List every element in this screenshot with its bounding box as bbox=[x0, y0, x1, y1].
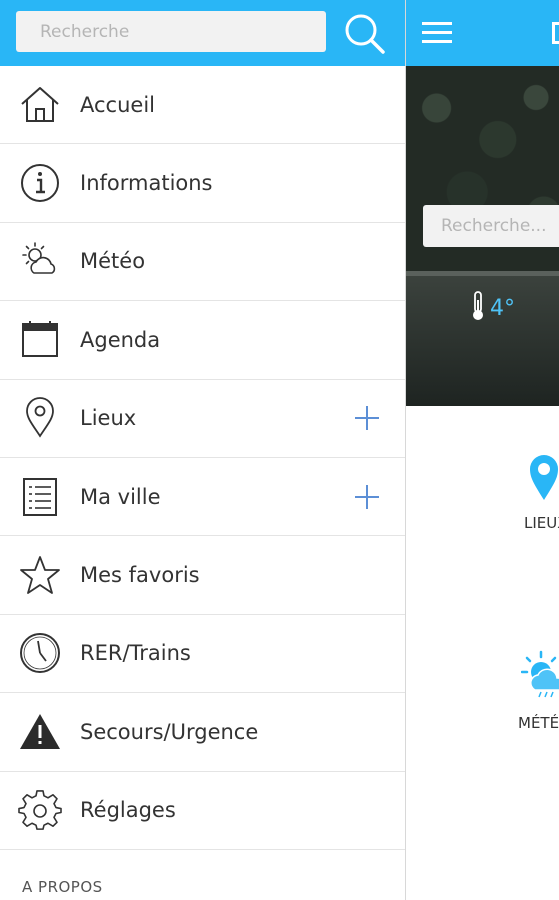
gear-icon bbox=[18, 788, 62, 832]
menu-item-label: Météo bbox=[80, 249, 146, 274]
menu-item-label: Agenda bbox=[80, 327, 161, 352]
drawer-header bbox=[0, 0, 405, 66]
menu-item-informations[interactable]: Informations bbox=[0, 144, 405, 223]
menu-item-accueil[interactable]: Accueil bbox=[0, 66, 405, 145]
menu-item-label: Secours/Urgence bbox=[80, 719, 259, 744]
menu-item-label: Mes favoris bbox=[80, 563, 200, 588]
about-section-label[interactable]: A PROPOS bbox=[22, 878, 103, 896]
star-icon bbox=[18, 553, 62, 597]
menu-item-mes-favoris[interactable]: Mes favoris bbox=[0, 536, 405, 615]
warning-icon bbox=[18, 710, 62, 754]
menu-item-lieux[interactable]: Lieux bbox=[0, 380, 405, 458]
menu-item-label: RER/Trains bbox=[80, 641, 191, 666]
home-icon bbox=[18, 83, 62, 127]
temperature-value: 4° bbox=[490, 295, 515, 321]
navigation-drawer: Accueil Informations bbox=[0, 0, 406, 900]
expand-plus-icon[interactable] bbox=[352, 403, 382, 433]
list-icon bbox=[18, 475, 62, 519]
weather-icon bbox=[18, 239, 62, 283]
info-icon bbox=[18, 161, 62, 205]
hamburger-menu-icon[interactable] bbox=[420, 18, 454, 48]
location-pin-icon bbox=[526, 452, 559, 506]
menu-item-agenda[interactable]: Agenda bbox=[0, 301, 405, 380]
menu-item-rer-trains[interactable]: RER/Trains bbox=[0, 615, 405, 694]
main-header bbox=[406, 0, 559, 66]
menu-item-reglages[interactable]: Réglages bbox=[0, 772, 405, 850]
weather-icon bbox=[520, 650, 559, 704]
menu-item-ma-ville[interactable]: Ma ville bbox=[0, 458, 405, 537]
menu-item-label: Lieux bbox=[80, 406, 137, 431]
tile-meteo[interactable]: MÉTÉ bbox=[406, 648, 559, 738]
menu-item-label: Accueil bbox=[80, 92, 155, 117]
expand-plus-icon[interactable] bbox=[352, 482, 382, 512]
tile-label: MÉTÉ bbox=[518, 714, 559, 732]
main-content: 4° LIEUX bbox=[406, 0, 559, 900]
menu-item-label: Ma ville bbox=[80, 484, 161, 509]
hero-banner: 4° bbox=[406, 66, 559, 406]
menu-item-label: Informations bbox=[80, 171, 213, 196]
temperature-widget[interactable]: 4° bbox=[470, 290, 515, 326]
header-action-icon[interactable] bbox=[552, 22, 559, 44]
hero-search-input[interactable] bbox=[423, 205, 559, 247]
clock-icon bbox=[18, 631, 62, 675]
drawer-search-input[interactable] bbox=[16, 11, 326, 52]
app-root: Accueil Informations bbox=[0, 0, 559, 900]
thermometer-icon bbox=[470, 290, 486, 326]
tile-lieux[interactable]: LIEUX bbox=[406, 450, 559, 540]
calendar-icon bbox=[18, 318, 62, 362]
search-icon[interactable] bbox=[343, 12, 387, 56]
menu-item-label: Réglages bbox=[80, 798, 176, 823]
menu-item-secours-urgence[interactable]: Secours/Urgence bbox=[0, 693, 405, 772]
menu-item-meteo[interactable]: Météo bbox=[0, 223, 405, 302]
location-pin-icon bbox=[18, 396, 62, 440]
tile-label: LIEUX bbox=[524, 514, 559, 532]
